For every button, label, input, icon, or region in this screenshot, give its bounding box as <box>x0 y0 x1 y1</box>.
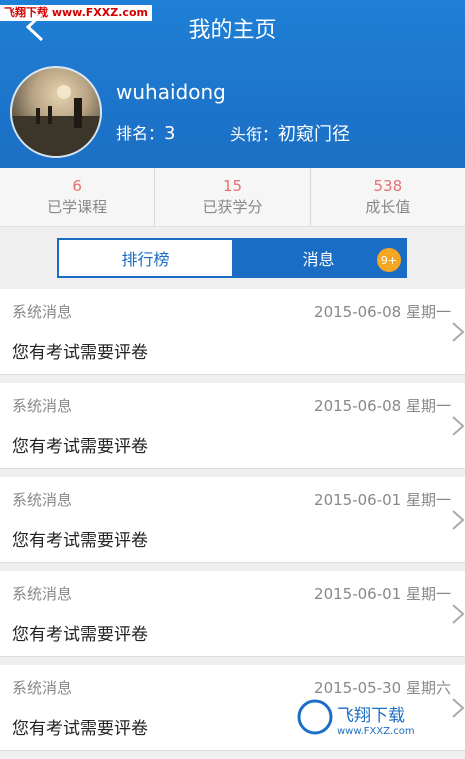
message-text: 您有考试需要评卷 <box>12 719 148 739</box>
stats-bar: 6 已学课程 15 已获学分 538 成长值 <box>0 168 465 227</box>
stat-label: 成长值 <box>365 198 411 216</box>
username: wuhaidong <box>116 80 226 104</box>
chevron-right-icon <box>452 510 465 530</box>
stat-courses[interactable]: 6 已学课程 <box>0 168 154 226</box>
list-item[interactable]: 系统消息 2015-06-08 星期一 您有考试需要评卷 <box>0 383 465 469</box>
message-date: 2015-06-08 星期一 <box>314 397 451 415</box>
chevron-right-icon <box>452 322 465 342</box>
message-date: 2015-06-01 星期一 <box>314 585 451 603</box>
message-date: 2015-05-30 星期六 <box>314 679 451 697</box>
watermark-brand: 飞翔下载 <box>337 706 405 726</box>
list-item[interactable]: 系统消息 2015-06-01 星期一 您有考试需要评卷 <box>0 571 465 657</box>
stat-growth[interactable]: 538 成长值 <box>309 168 465 226</box>
avatar[interactable] <box>10 66 102 158</box>
message-category: 系统消息 <box>12 679 73 697</box>
message-category: 系统消息 <box>12 585 73 603</box>
watermark-logo: 飞翔下载 www.FXXZ.com <box>297 699 415 737</box>
stat-value: 6 <box>72 177 82 195</box>
message-date: 2015-06-08 星期一 <box>314 303 451 321</box>
message-date: 2015-06-01 星期一 <box>314 491 451 509</box>
tab-bar: 排行榜 消息 9+ <box>57 238 407 278</box>
stat-label: 已获学分 <box>202 198 263 216</box>
stat-label: 已学课程 <box>47 198 108 216</box>
tab-messages-label: 消息 <box>302 250 335 269</box>
message-text: 您有考试需要评卷 <box>12 625 148 645</box>
rank-info: 排名：3 <box>116 120 175 144</box>
message-category: 系统消息 <box>12 397 73 415</box>
tab-messages[interactable]: 消息 9+ <box>232 240 405 276</box>
honor-value: 初窥门径 <box>278 124 351 145</box>
message-category: 系统消息 <box>12 303 73 321</box>
list-item[interactable]: 系统消息 2015-06-08 星期一 您有考试需要评卷 <box>0 289 465 375</box>
list-item[interactable]: 系统消息 2015-06-01 星期一 您有考试需要评卷 <box>0 477 465 563</box>
message-text: 您有考试需要评卷 <box>12 343 148 363</box>
honor-info: 头衔：初窥门径 <box>230 120 350 146</box>
rank-label: 排名： <box>116 124 165 143</box>
chevron-right-icon <box>452 604 465 624</box>
message-category: 系统消息 <box>12 491 73 509</box>
stat-credits[interactable]: 15 已获学分 <box>154 168 309 226</box>
unread-badge: 9+ <box>377 248 401 272</box>
message-text: 您有考试需要评卷 <box>12 437 148 457</box>
rank-value: 3 <box>164 123 176 144</box>
chevron-right-icon <box>452 416 465 436</box>
message-list: 系统消息 2015-06-08 星期一 您有考试需要评卷 系统消息 2015-0… <box>0 289 465 759</box>
page-title: 我的主页 <box>188 18 277 43</box>
stat-value: 538 <box>373 177 403 195</box>
avatar-photo-icon <box>12 85 100 156</box>
message-text: 您有考试需要评卷 <box>12 531 148 551</box>
honor-label: 头衔： <box>230 125 279 144</box>
watermark-url: www.FXXZ.com <box>337 726 415 737</box>
profile-header: 飞翔下载 www.FXXZ.com 我的主页 wuhaidong 排名：3 头衔… <box>0 0 465 168</box>
stat-value: 15 <box>222 177 243 195</box>
tab-ranking[interactable]: 排行榜 <box>59 240 232 276</box>
